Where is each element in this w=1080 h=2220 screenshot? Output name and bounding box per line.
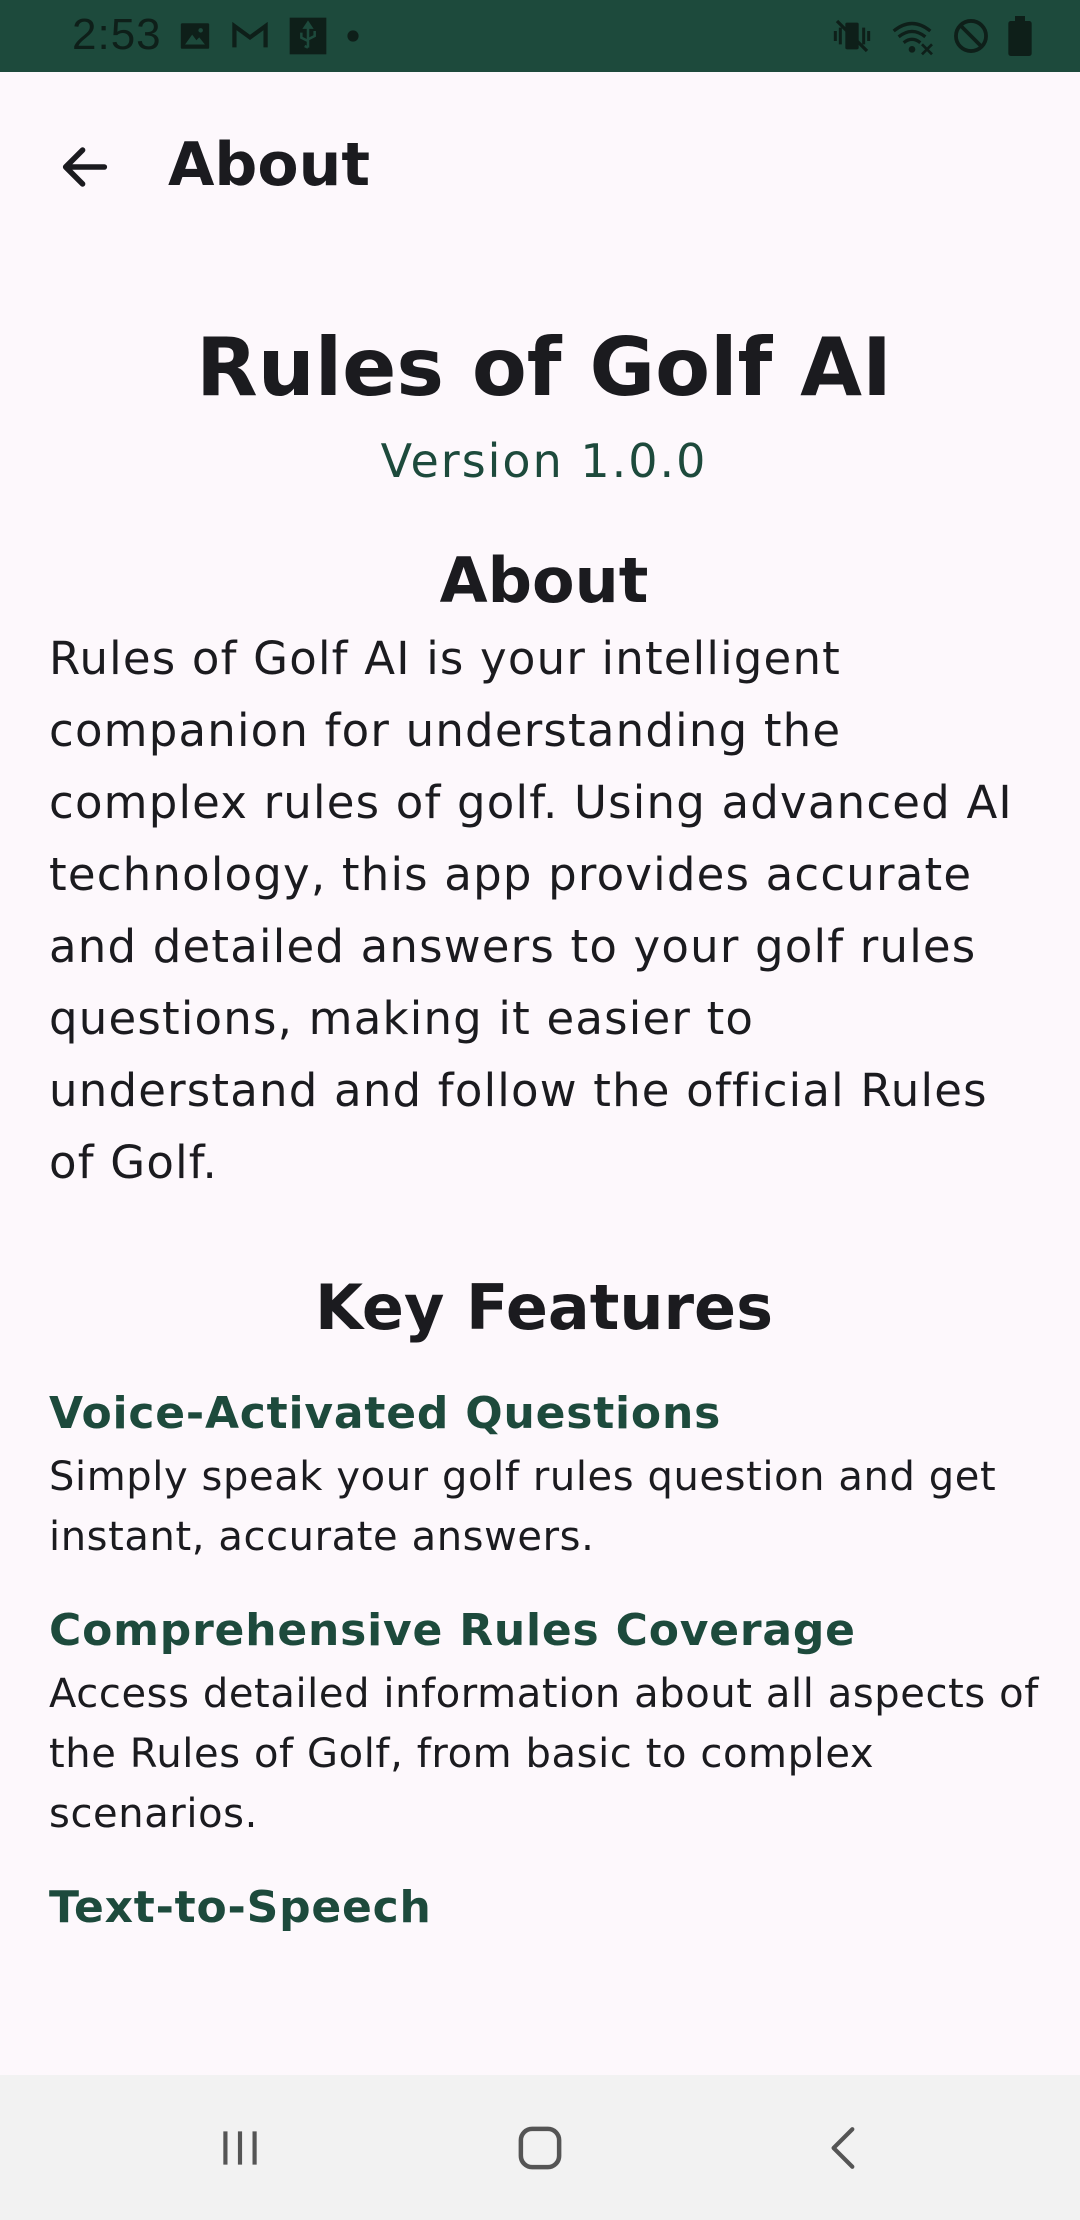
back-button[interactable] — [40, 122, 130, 212]
do-not-disturb-icon — [952, 17, 990, 55]
app-bar-title: About — [168, 130, 371, 200]
feature-title: Voice-Activated Questions — [49, 1388, 722, 1439]
feature-item: Comprehensive Rules Coverage Access deta… — [49, 1605, 1039, 1844]
feature-description: Simply speak your golf rules question an… — [49, 1454, 997, 1560]
about-heading: About — [439, 544, 649, 617]
recent-apps-button[interactable] — [170, 2075, 310, 2220]
recent-apps-icon — [223, 2130, 257, 2165]
system-back-button[interactable] — [774, 2075, 914, 2220]
vibrate-off-icon — [832, 16, 872, 56]
app-name: Rules of Golf AI — [196, 321, 892, 414]
gmail-icon — [230, 19, 270, 53]
about-content[interactable]: Rules of Golf AI Version 1.0.0 About Rul… — [49, 300, 1039, 1933]
battery-icon — [1008, 16, 1032, 56]
wifi-icon — [890, 16, 934, 56]
arrow-back-icon — [62, 147, 108, 187]
key-features-heading: Key Features — [314, 1271, 774, 1344]
feature-title: Comprehensive Rules Coverage — [49, 1605, 856, 1656]
image-icon — [178, 19, 212, 53]
feature-description: Access detailed information about all as… — [49, 1671, 1039, 1837]
feature-item: Voice-Activated Questions Simply speak y… — [49, 1388, 1039, 1567]
status-bar: 2:53 — [0, 0, 1080, 72]
home-button[interactable] — [470, 2075, 610, 2220]
back-icon — [831, 2126, 855, 2169]
app-bar: About — [0, 72, 1080, 268]
about-description: Rules of Golf AI is your intelligent com… — [49, 632, 1013, 1189]
status-time: 2:53 — [72, 10, 162, 59]
home-icon — [518, 2126, 562, 2169]
status-right-icons — [832, 14, 1032, 58]
feature-title: Text-to-Speech — [49, 1882, 432, 1933]
status-left-icons — [178, 14, 360, 58]
dot-icon — [346, 29, 360, 43]
feature-item: Text-to-Speech — [49, 1882, 1039, 1933]
usb-icon — [288, 16, 328, 56]
about-screen: 2:53 About Rules of Golf AI Version 1.0.… — [0, 0, 1080, 2220]
version-label: Version 1.0.0 — [380, 434, 708, 488]
system-nav-bar — [0, 2075, 1080, 2220]
